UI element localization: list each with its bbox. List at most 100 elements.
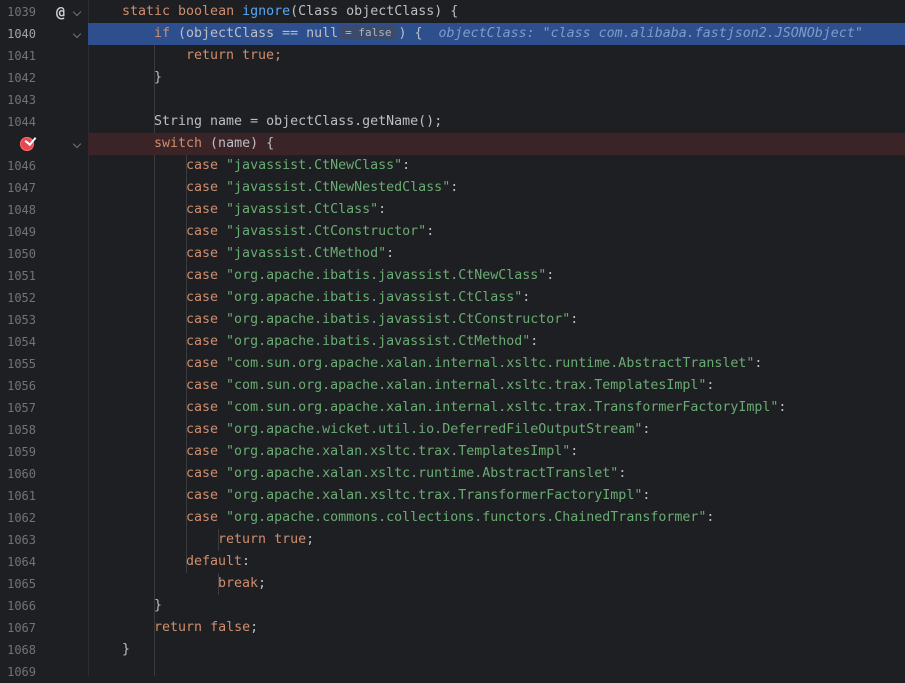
gutter-line: 1069 (0, 661, 88, 683)
breakpoint-line[interactable]: switch (name) { (88, 133, 905, 155)
editor-gutter[interactable]: 1039 @1040 1041 1042 1043 1044 1046 1047 1048 104… (0, 0, 89, 679)
case-line[interactable]: case "org.apache.ibatis.javassist.CtClas… (88, 287, 905, 309)
code-token: case (186, 290, 219, 305)
line-number: 1064 (7, 555, 36, 569)
case-line[interactable]: case "org.apache.commons.collections.fun… (88, 507, 905, 529)
gutter-line: 1065 (0, 573, 88, 595)
fold-chevron-icon[interactable] (72, 7, 82, 17)
case-line[interactable]: case "org.apache.ibatis.javassist.CtNewC… (88, 265, 905, 287)
case-line[interactable]: case "org.apache.xalan.xsltc.runtime.Abs… (88, 463, 905, 485)
line-number: 1044 (7, 115, 36, 129)
case-line[interactable]: case "org.apache.xalan.xsltc.trax.Templa… (88, 441, 905, 463)
debug-inline-value: objectClass: "class com.alibaba.fastjson… (438, 26, 863, 41)
code-token: (Class objectClass) { (290, 4, 459, 19)
code-token: case (186, 158, 219, 173)
line-number: 1050 (7, 247, 36, 261)
gutter-line: 1059 (0, 441, 88, 463)
code-token: case (186, 312, 219, 327)
code-area[interactable]: static boolean ignore(Class objectClass)… (88, 0, 905, 676)
case-string: "org.apache.ibatis.javassist.CtConstruct… (226, 312, 571, 327)
case-line[interactable]: case "org.apache.xalan.xsltc.trax.Transf… (88, 485, 905, 507)
gutter-line: 1042 (0, 67, 88, 89)
code-token: } (154, 598, 163, 613)
gutter-line: 1062 (0, 507, 88, 529)
case-string: "org.apache.xalan.xsltc.trax.Transformer… (226, 488, 643, 503)
case-line[interactable]: case "javassist.CtConstructor": (88, 221, 905, 243)
case-line[interactable]: case "javassist.CtNewNestedClass": (88, 177, 905, 199)
code-token: case (186, 246, 219, 261)
gutter-line: 1049 (0, 221, 88, 243)
case-line[interactable]: case "org.apache.ibatis.javassist.CtCons… (88, 309, 905, 331)
code-line[interactable]: default: (88, 551, 905, 573)
code-line[interactable]: return false; (88, 617, 905, 639)
line-number: 1041 (7, 49, 36, 63)
code-token: : (450, 180, 459, 195)
gutter-line: 1046 (0, 155, 88, 177)
code-token: break (218, 576, 259, 591)
line-number: 1052 (7, 291, 36, 305)
line-number: 1051 (7, 269, 36, 283)
override-at-icon[interactable]: @ (56, 1, 65, 23)
code-line[interactable]: return true; (88, 529, 905, 551)
code-token: } (154, 70, 163, 85)
gutter-line: 1039 @ (0, 1, 88, 23)
gutter-line: 1055 (0, 353, 88, 375)
gutter-line: 1041 (0, 45, 88, 67)
code-token: case (186, 268, 219, 283)
gutter-line: 1058 (0, 419, 88, 441)
code-token: : (706, 378, 715, 393)
line-number: 1061 (7, 489, 36, 503)
code-token: : (522, 290, 531, 305)
code-token: case (186, 202, 219, 217)
code-line[interactable]: } (88, 639, 905, 661)
code-token: return (218, 532, 267, 547)
code-text: case "javassist.CtNewClass": (186, 155, 410, 177)
case-line[interactable]: case "org.apache.ibatis.javassist.CtMeth… (88, 331, 905, 353)
line-number: 1066 (7, 599, 36, 613)
code-text: } (154, 67, 162, 89)
code-text: case "org.apache.ibatis.javassist.CtMeth… (186, 331, 538, 353)
code-token: ; (250, 620, 259, 635)
gutter-line: 1047 (0, 177, 88, 199)
gutter-line: 1044 (0, 111, 88, 133)
gutter-line: 1056 (0, 375, 88, 397)
line-number: 1065 (7, 577, 36, 591)
code-token: String name = objectClass.getName(); (154, 114, 443, 129)
code-token: : (530, 334, 539, 349)
line-number: 1060 (7, 467, 36, 481)
code-line[interactable]: return true; (88, 45, 905, 67)
case-line[interactable]: case "com.sun.org.apache.xalan.internal.… (88, 375, 905, 397)
code-line[interactable]: } (88, 595, 905, 617)
fold-chevron-icon[interactable] (72, 29, 82, 39)
gutter-line: 1053 (0, 309, 88, 331)
case-string: "javassist.CtNewNestedClass" (226, 180, 451, 195)
gutter-line: 1040 (0, 23, 88, 45)
code-text: if (objectClass == null = false) { object… (154, 23, 863, 45)
method-signature-line[interactable]: static boolean ignore(Class objectClass)… (88, 1, 905, 23)
code-line[interactable]: } (88, 67, 905, 89)
code-text: String name = objectClass.getName(); (154, 111, 442, 133)
gutter-line: 1048 (0, 199, 88, 221)
case-string: "org.apache.ibatis.javassist.CtNewClass" (226, 268, 547, 283)
code-token: static boolean (122, 4, 235, 19)
code-token: default (186, 554, 243, 569)
code-text: case "org.apache.ibatis.javassist.CtClas… (186, 287, 530, 309)
gutter-line: 1061 (0, 485, 88, 507)
case-line[interactable]: case "com.sun.org.apache.xalan.internal.… (88, 353, 905, 375)
case-line[interactable]: case "javassist.CtClass": (88, 199, 905, 221)
code-token: (objectClass == null (170, 26, 339, 41)
fold-chevron-icon[interactable] (72, 139, 82, 149)
case-line[interactable]: case "javassist.CtMethod": (88, 243, 905, 265)
line-number: 1055 (7, 357, 36, 371)
code-line[interactable]: String name = objectClass.getName(); (88, 111, 905, 133)
code-token: : (378, 202, 387, 217)
current-execution-line[interactable]: if (objectClass == null = false) { object… (88, 23, 905, 45)
case-line[interactable]: case "org.apache.wicket.util.io.Deferred… (88, 419, 905, 441)
code-line[interactable]: break; (88, 573, 905, 595)
case-string: "com.sun.org.apache.xalan.internal.xsltc… (226, 378, 707, 393)
breakpoint-icon[interactable] (20, 137, 34, 151)
case-line[interactable]: case "javassist.CtNewClass": (88, 155, 905, 177)
case-string: "javassist.CtMethod" (226, 246, 387, 261)
code-editor[interactable]: 1039 @1040 1041 1042 1043 1044 1046 1047 1048 104… (0, 0, 905, 679)
case-line[interactable]: case "com.sun.org.apache.xalan.internal.… (88, 397, 905, 419)
